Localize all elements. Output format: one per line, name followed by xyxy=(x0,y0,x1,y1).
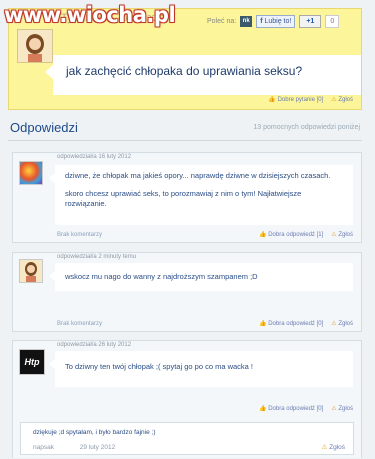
answer-paragraph: skoro chcesz uprawiać seks, to porozmawi… xyxy=(65,189,302,208)
answer-actions: 👍 Dobra odpowiedź [0] ⚠ Zgłoś xyxy=(259,320,353,327)
watermark: www.wiocha.pl xyxy=(4,3,176,27)
report-label: Zgłoś xyxy=(338,232,353,238)
avatar[interactable] xyxy=(17,29,53,63)
avatar[interactable] xyxy=(19,161,43,185)
answer-paragraph: To dziwny ten twój chłopak ;( spytaj go … xyxy=(65,362,254,371)
share-label: Poleć na: xyxy=(207,18,237,25)
report-answer-link[interactable]: ⚠ Zgłoś xyxy=(331,231,353,238)
comment-author[interactable]: napsak xyxy=(33,444,54,451)
good-question-link[interactable]: 👍 Dobre pytanie [0] xyxy=(268,96,323,103)
good-answer-link[interactable]: 👍 Dobra odpowiedź [1] xyxy=(259,231,323,238)
thumbs-up-icon: 👍 xyxy=(259,406,267,412)
comment: dziękuje ;d spytałam, i było bardzo fajn… xyxy=(20,422,354,455)
report-answer-link[interactable]: ⚠ Zgłoś xyxy=(331,320,353,327)
facebook-icon: f xyxy=(260,18,263,25)
facebook-like-button[interactable]: f Lubię to! xyxy=(256,15,296,28)
answer-text: wskocz mu nago do wanny z najdroższym sz… xyxy=(49,263,353,291)
question-text: jak zachęcić chłopaka do uprawiania seks… xyxy=(45,55,361,95)
answer-paragraph: wskocz mu nago do wanny z najdroższym sz… xyxy=(65,272,258,281)
good-answer-link[interactable]: 👍 Dobra odpowiedź [0] xyxy=(259,320,323,327)
warning-icon: ⚠ xyxy=(331,321,337,327)
comments-link[interactable]: Brak komentarzy xyxy=(57,321,102,327)
warning-icon: ⚠ xyxy=(331,232,337,238)
good-answer-label: Dobra odpowiedź [1] xyxy=(268,232,324,238)
answer-meta: odpowiedział/a 16 luty 2012 xyxy=(57,154,132,160)
report-label: Zgłoś xyxy=(338,406,353,412)
thumbs-up-icon: 👍 xyxy=(268,97,276,103)
warning-icon: ⚠ xyxy=(331,406,337,412)
gplus-button[interactable]: +1 xyxy=(299,15,322,28)
answer-card: odpowiedział/a 16 luty 2012 dziwne, że c… xyxy=(12,152,362,243)
gplus-count: 0 xyxy=(325,15,340,28)
nk-share-button[interactable]: nk xyxy=(240,16,253,27)
good-question-label: Dobre pytanie [0] xyxy=(277,97,324,103)
thumbs-up-icon: 👍 xyxy=(259,232,267,238)
report-label: Zgłoś xyxy=(338,321,353,327)
report-answer-link[interactable]: ⚠ Zgłoś xyxy=(331,405,353,412)
avatar[interactable] xyxy=(19,259,43,283)
comment-meta: napsak 29 luty 2012 xyxy=(33,444,115,451)
answer-text: To dziwny ten twój chłopak ;( spytaj go … xyxy=(49,351,353,387)
warning-icon: ⚠ xyxy=(321,444,328,451)
comments-link[interactable]: Brak komentarzy xyxy=(57,232,102,238)
answer-actions: 👍 Dobra odpowiedź [0] ⚠ Zgłoś xyxy=(259,405,353,412)
answers-title: Odpowiedzi xyxy=(10,120,78,135)
answers-header: Odpowiedzi 13 pomocnych odpowiedzi poniż… xyxy=(8,118,362,141)
good-answer-label: Dobra odpowiedź [0] xyxy=(268,321,324,327)
answer-meta: odpowiedział/a 2 minuty temu xyxy=(57,254,137,260)
answer-paragraph: dziwne, że chłopak ma jakieś opory... na… xyxy=(65,171,331,180)
comment-text: dziękuje ;d spytałam, i było bardzo fajn… xyxy=(33,429,156,436)
answer-meta: odpowiedział/a 26 luty 2012 xyxy=(57,342,132,348)
report-label: Zgłoś xyxy=(329,444,345,451)
share-bar: Poleć na: nk f Lubię to! +1 0 xyxy=(207,15,340,28)
comment-date: 29 luty 2012 xyxy=(79,444,116,451)
warning-icon: ⚠ xyxy=(331,97,337,103)
avatar[interactable]: Htp xyxy=(19,349,45,375)
answer-actions: 👍 Dobra odpowiedź [1] ⚠ Zgłoś xyxy=(259,231,353,238)
thumbs-up-icon: 👍 xyxy=(259,321,267,327)
good-answer-link[interactable]: 👍 Dobra odpowiedź [0] xyxy=(259,405,323,412)
good-answer-label: Dobra odpowiedź [0] xyxy=(268,406,324,412)
report-question-link[interactable]: ⚠ Zgłoś xyxy=(331,96,353,103)
answer-card: odpowiedział/a 2 minuty temu wskocz mu n… xyxy=(12,252,362,332)
question-actions: 👍 Dobre pytanie [0] ⚠ Zgłoś xyxy=(268,96,353,103)
report-comment-link[interactable]: ⚠ Zgłoś xyxy=(321,443,345,451)
answers-count: 13 pomocnych odpowiedzi poniżej xyxy=(253,124,360,131)
report-label: Zgłoś xyxy=(338,97,353,103)
facebook-like-label: Lubię to! xyxy=(264,18,292,25)
answer-text: dziwne, że chłopak ma jakieś opory... na… xyxy=(49,165,353,225)
